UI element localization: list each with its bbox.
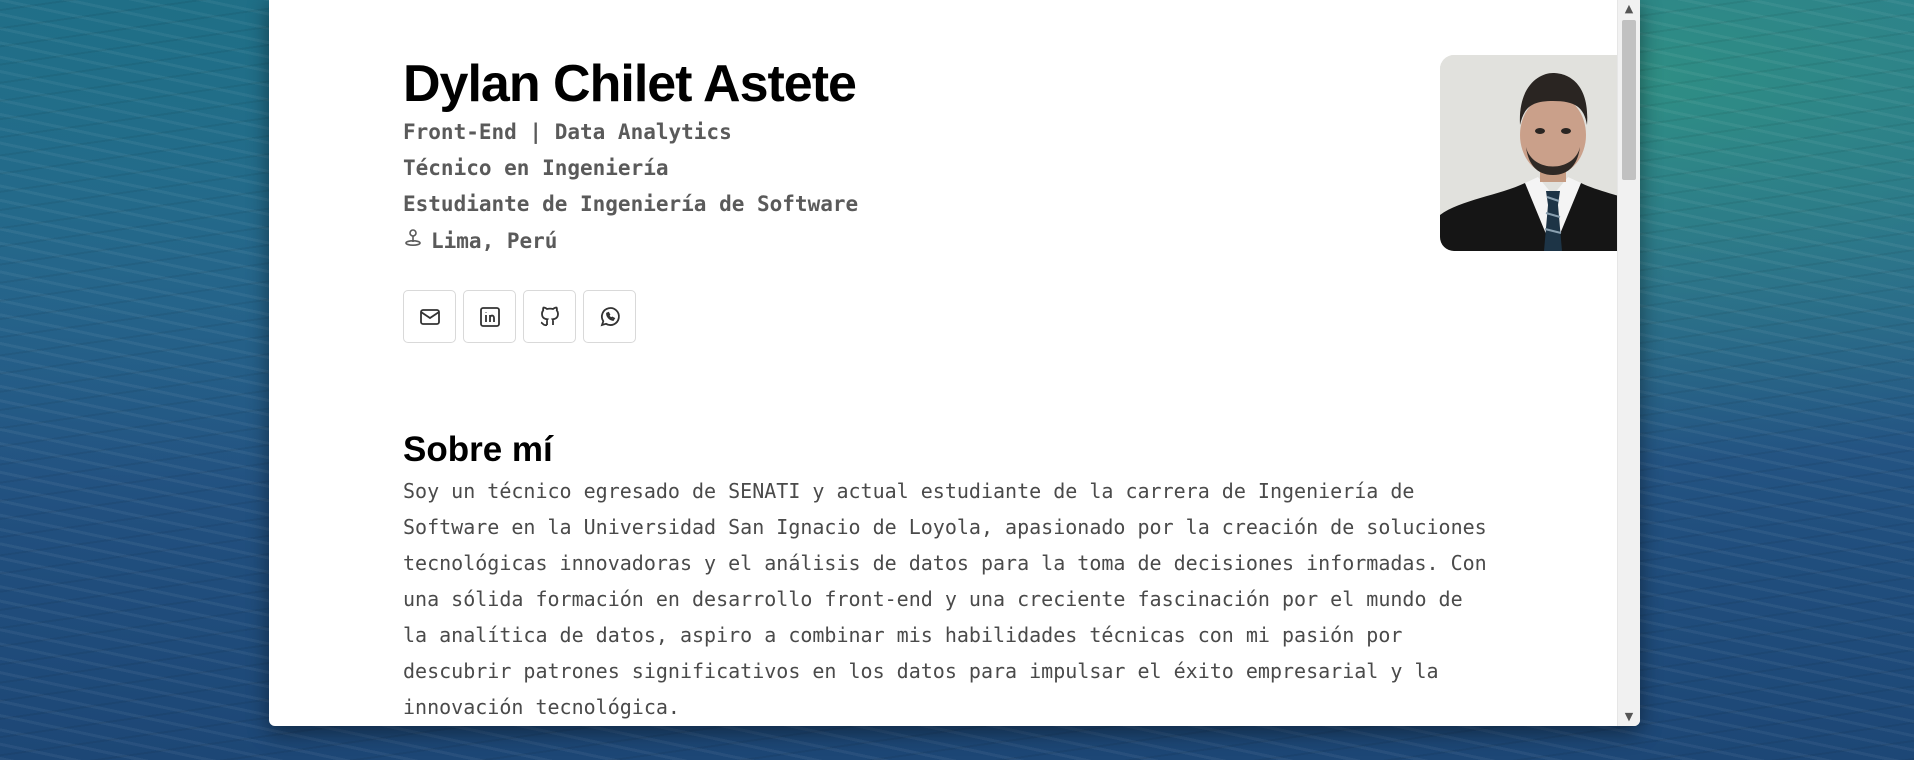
browser-window: Dylan Chilet Astete Front-End | Data Ana… [269,0,1640,726]
scroll-thumb[interactable] [1622,20,1636,180]
about-heading: Sobre mí [403,430,553,469]
social-links [403,290,636,343]
mail-icon [419,308,440,325]
github-button[interactable] [523,290,576,343]
vertical-scrollbar[interactable]: ▲ ▼ [1617,0,1640,726]
whatsapp-button[interactable] [583,290,636,343]
github-icon [540,306,559,326]
role-line-3: Estudiante de Ingeniería de Software [403,192,859,216]
linkedin-icon [479,306,500,327]
location: Lima, Perú [403,228,557,253]
role-line-1: Front-End | Data Analytics [403,120,732,144]
pin-icon [403,228,423,253]
whatsapp-icon [600,306,620,326]
profile-photo [1440,55,1640,251]
scroll-down-arrow-icon[interactable]: ▼ [1618,706,1640,726]
scroll-up-arrow-icon[interactable]: ▲ [1618,0,1640,18]
location-text: Lima, Perú [431,229,558,253]
about-text: Soy un técnico egresado de SENATI y actu… [403,479,1487,719]
linkedin-button[interactable] [463,290,516,343]
email-button[interactable] [403,290,456,343]
role-line-2: Técnico en Ingeniería [403,156,669,180]
profile-name: Dylan Chilet Astete [403,55,857,113]
